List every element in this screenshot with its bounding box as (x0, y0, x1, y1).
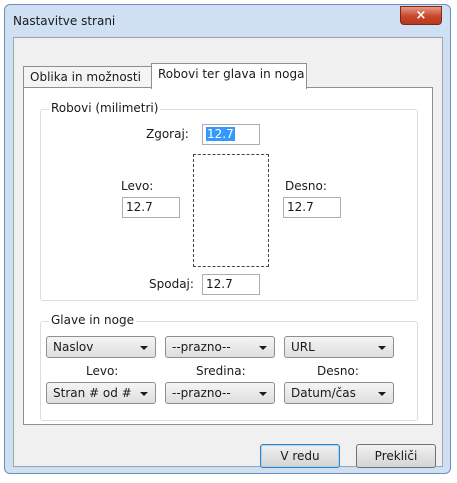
header-right-select[interactable]: URL (284, 336, 394, 358)
page-setup-dialog: Nastavitve strani × Oblika in možnosti R… (4, 4, 451, 474)
bottom-margin-input[interactable]: 12.7 (202, 274, 260, 295)
margins-group: Robovi (milimetri) Zgoraj: 12.7 Levo: 12… (40, 101, 418, 301)
footer-left-select[interactable]: Stran # od # (46, 382, 156, 404)
top-margin-value: 12.7 (206, 127, 235, 141)
header-left-select[interactable]: Naslov (46, 336, 156, 358)
cancel-button[interactable]: Prekliči (356, 444, 436, 468)
chevron-down-icon (259, 346, 267, 350)
tab-format-options[interactable]: Oblika in možnosti (23, 66, 152, 88)
footer-right-label: Desno: (317, 364, 359, 378)
footer-right-select[interactable]: Datum/čas (284, 382, 394, 404)
title-bar[interactable]: Nastavitve strani × (5, 5, 450, 37)
headers-footers-legend: Glave in noge (49, 313, 136, 327)
page-preview (193, 154, 269, 267)
margins-legend: Robovi (milimetri) (49, 101, 161, 115)
footer-right-value: Datum/čas (291, 386, 356, 400)
chevron-down-icon (140, 392, 148, 396)
right-margin-input[interactable]: 12.7 (283, 197, 341, 218)
footer-left-label: Levo: (86, 364, 119, 378)
bottom-margin-label: Spodaj: (149, 277, 194, 291)
window-title: Nastavitve strani (13, 14, 116, 28)
close-button[interactable]: × (400, 6, 442, 25)
left-margin-label: Levo: (121, 179, 154, 193)
ok-button[interactable]: V redu (260, 444, 340, 468)
footer-center-value: --prazno-- (172, 386, 231, 400)
footer-center-label: Sredina: (196, 364, 246, 378)
chevron-down-icon (378, 346, 386, 350)
top-margin-label: Zgoraj: (146, 127, 189, 141)
footer-left-value: Stran # od # (53, 386, 132, 400)
close-icon: × (415, 8, 427, 23)
chevron-down-icon (140, 346, 148, 350)
top-margin-input[interactable]: 12.7 (202, 124, 260, 145)
dialog-client-area: Oblika in možnosti Robovi ter glava in n… (13, 37, 443, 468)
right-margin-label: Desno: (285, 179, 327, 193)
left-margin-input[interactable]: 12.7 (122, 197, 180, 218)
header-center-value: --prazno-- (172, 340, 231, 354)
footer-center-select[interactable]: --prazno-- (165, 382, 275, 404)
headers-footers-group: Glave in noge Naslov --prazno-- URL Levo… (40, 313, 418, 421)
chevron-down-icon (259, 392, 267, 396)
header-center-select[interactable]: --prazno-- (165, 336, 275, 358)
chevron-down-icon (378, 392, 386, 396)
tab-panel: Robovi (milimetri) Zgoraj: 12.7 Levo: 12… (23, 87, 433, 425)
tab-margins-header-footer[interactable]: Robovi ter glava in noga (151, 63, 307, 89)
header-left-value: Naslov (53, 340, 94, 354)
header-right-value: URL (291, 340, 315, 354)
